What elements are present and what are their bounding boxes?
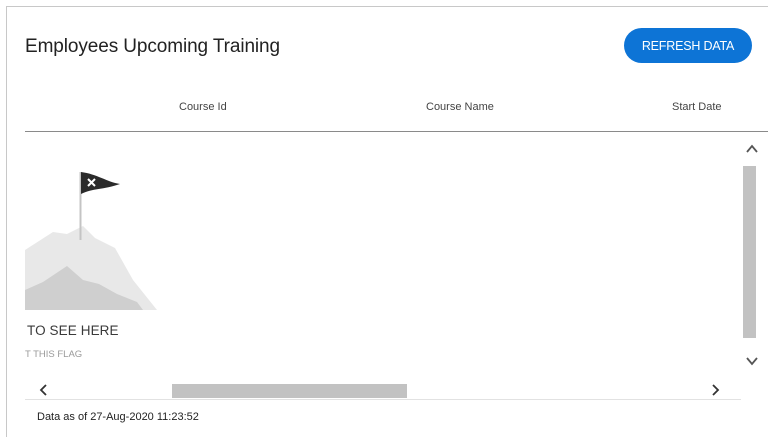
header-divider: [25, 131, 768, 132]
horizontal-scrollbar-thumb[interactable]: [172, 384, 407, 398]
footer-divider: [25, 399, 741, 400]
widget-title: Employees Upcoming Training: [25, 36, 280, 57]
chevron-right-icon[interactable]: [707, 382, 723, 398]
column-header-course-id[interactable]: Course Id: [179, 101, 227, 113]
flag-on-mountain-icon: [25, 172, 157, 310]
data-timestamp: Data as of 27-Aug-2020 11:23:52: [37, 411, 199, 423]
column-header-start-date[interactable]: Start Date: [672, 101, 722, 113]
vertical-scrollbar-thumb[interactable]: [743, 166, 756, 338]
column-header-course-name[interactable]: Course Name: [426, 101, 494, 113]
empty-state-subtitle: T THIS FLAG: [25, 349, 83, 360]
refresh-data-button[interactable]: REFRESH DATA: [624, 28, 752, 63]
empty-state-title: TO SEE HERE: [27, 323, 119, 338]
chevron-down-icon[interactable]: [744, 352, 760, 370]
chevron-left-icon[interactable]: [36, 382, 52, 398]
chevron-up-icon[interactable]: [744, 140, 760, 158]
